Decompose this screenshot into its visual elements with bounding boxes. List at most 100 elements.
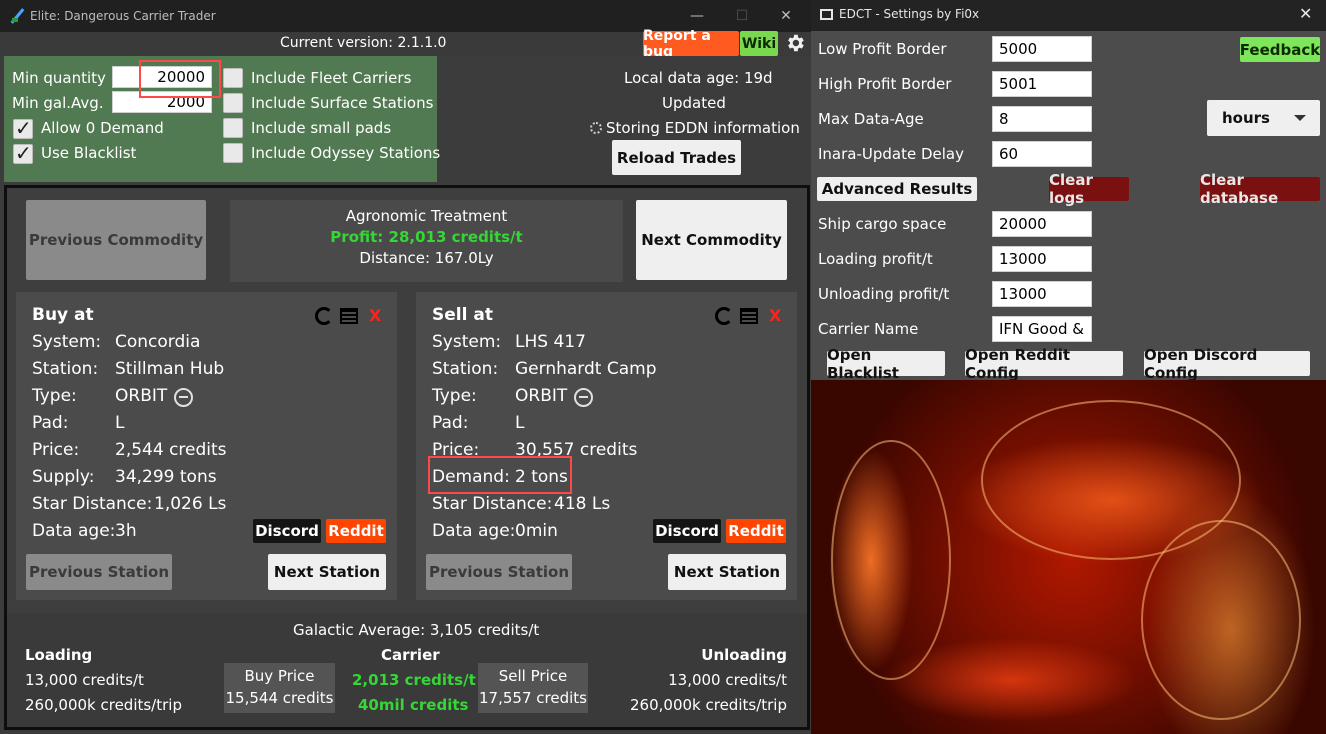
clear-database-button[interactable]: Clear database: [1200, 171, 1320, 207]
open-blacklist-button[interactable]: Open Blacklist: [827, 346, 945, 382]
list-icon[interactable]: [740, 308, 758, 324]
reddit-button[interactable]: Reddit: [726, 519, 786, 543]
star-distance-label: Star Distance:: [32, 494, 153, 514]
unloading-profit-label: Unloading profit/t: [818, 285, 950, 303]
wallpaper-swirl: [831, 440, 951, 680]
buy-pad-value: L: [115, 413, 125, 433]
buy-station-value: Stillman Hub: [115, 359, 225, 379]
unloading-profit-input[interactable]: 13000: [992, 281, 1092, 307]
pad-label: Pad:: [32, 413, 69, 433]
refresh-icon[interactable]: [715, 307, 733, 325]
sell-system-value: LHS 417: [515, 332, 586, 352]
carrier-name-label: Carrier Name: [818, 320, 919, 338]
previous-station-button[interactable]: Previous Station: [26, 554, 172, 590]
buy-star-distance-value: 1,026 Ls: [154, 494, 227, 514]
allow-zero-demand-checkbox[interactable]: [13, 116, 33, 140]
low-profit-label: Low Profit Border: [818, 40, 947, 58]
reddit-button[interactable]: Reddit: [326, 519, 386, 543]
carrier-heading: Carrier: [381, 646, 440, 664]
window-app-icon: [820, 9, 833, 20]
orbit-station-icon: [174, 388, 193, 407]
reload-trades-button[interactable]: Reload Trades: [612, 140, 741, 175]
station-label: Station:: [32, 359, 99, 379]
advanced-results-button[interactable]: Advanced Results: [817, 177, 977, 201]
low-profit-input[interactable]: 5000: [992, 36, 1092, 62]
sell-price-label: Sell Price: [498, 667, 568, 685]
sell-price-box: Sell Price 17,557 credits: [478, 663, 588, 713]
buy-price-label: Buy Price: [244, 667, 315, 685]
carrier-rate: 2,013 credits/t: [352, 671, 476, 689]
high-profit-input[interactable]: 5001: [992, 71, 1092, 97]
close-icon[interactable]: X: [769, 306, 781, 325]
data-age-label: Data age:: [432, 521, 516, 541]
previous-commodity-button[interactable]: Previous Commodity: [26, 200, 206, 280]
report-bug-button[interactable]: Report a bug: [643, 28, 739, 60]
close-button[interactable]: ✕: [764, 0, 808, 32]
trade-summary: Galactic Average: 3,105 credits/t Loadin…: [7, 613, 807, 727]
previous-station-button[interactable]: Previous Station: [426, 554, 572, 590]
wiki-button[interactable]: Wiki: [740, 31, 778, 56]
app-logo-icon: [10, 9, 24, 23]
unloading-rate: 13,000 credits/t: [668, 671, 787, 689]
open-reddit-config-button[interactable]: Open Reddit Config: [965, 346, 1123, 382]
open-discord-config-button[interactable]: Open Discord Config: [1144, 346, 1310, 382]
settings-titlebar[interactable]: EDCT - Settings by Fi0x ✕: [811, 0, 1326, 31]
price-label: Price:: [32, 440, 80, 460]
cargo-space-input[interactable]: 20000: [992, 211, 1092, 237]
buy-price-box: Buy Price 15,544 credits: [224, 663, 335, 713]
carrier-name-input[interactable]: IFN Good &: [992, 316, 1092, 342]
list-icon[interactable]: [340, 308, 358, 324]
buy-system-value: Concordia: [115, 332, 201, 352]
orbit-station-icon: [574, 388, 593, 407]
carrier-total: 40mil credits: [358, 696, 469, 714]
include-small-pads-label: Include small pads: [251, 119, 392, 137]
cargo-space-label: Ship cargo space: [818, 215, 947, 233]
settings-window: EDCT - Settings by Fi0x ✕ Low Profit Bor…: [811, 0, 1326, 734]
close-icon[interactable]: ✕: [1299, 4, 1312, 23]
supply-label: Supply:: [32, 467, 95, 487]
storing-status: Storing EDDN information: [590, 119, 800, 137]
next-station-button[interactable]: Next Station: [668, 554, 786, 590]
allow-zero-demand-label: Allow 0 Demand: [41, 119, 164, 137]
commodity-summary: Agronomic Treatment Profit: 28,013 credi…: [230, 200, 623, 282]
discord-button[interactable]: Discord: [253, 519, 321, 543]
loading-spinner-icon: [590, 122, 602, 134]
commodity-name: Agronomic Treatment: [345, 207, 508, 225]
star-distance-label: Star Distance:: [432, 494, 553, 514]
system-label: System:: [32, 332, 102, 352]
discord-button[interactable]: Discord: [653, 519, 721, 543]
sell-station-value: Gernhardt Camp: [515, 359, 657, 379]
feedback-button[interactable]: Feedback: [1240, 37, 1320, 62]
use-blacklist-checkbox[interactable]: [13, 141, 33, 165]
include-small-pads-checkbox[interactable]: [223, 118, 243, 138]
commodity-profit: Profit: 28,013 credits/t: [330, 228, 523, 246]
settings-form: Low Profit Border 5000 Feedback High Pro…: [811, 31, 1326, 382]
max-data-age-input[interactable]: 8: [992, 106, 1092, 132]
data-age-label: Data age:: [32, 521, 116, 541]
highlight-annotation: [139, 60, 221, 98]
next-commodity-button[interactable]: Next Commodity: [636, 200, 787, 280]
loading-profit-input[interactable]: 13000: [992, 246, 1092, 272]
loading-rate: 13,000 credits/t: [25, 671, 144, 689]
refresh-icon[interactable]: [315, 307, 333, 325]
close-icon[interactable]: X: [369, 306, 381, 325]
main-window: Elite: Dangerous Carrier Trader — ☐ ✕ Cu…: [0, 0, 811, 734]
clear-logs-button[interactable]: Clear logs: [1049, 171, 1129, 207]
sell-heading: Sell at: [432, 305, 493, 325]
gear-icon[interactable]: [784, 32, 806, 54]
include-odyssey-stations-checkbox[interactable]: [223, 143, 243, 163]
type-label: Type:: [432, 386, 477, 406]
min-quantity-label: Min quantity: [12, 69, 106, 87]
loading-heading: Loading: [25, 646, 93, 664]
include-surface-stations-checkbox[interactable]: [223, 93, 243, 113]
inara-delay-input[interactable]: 60: [992, 141, 1092, 167]
commodity-distance: Distance: 167.0Ly: [359, 249, 494, 267]
include-fleet-carriers-checkbox[interactable]: [223, 68, 243, 88]
loading-trip: 260,000k credits/trip: [25, 696, 182, 714]
age-unit-select[interactable]: hours: [1207, 100, 1320, 136]
trade-panel: Previous Commodity Agronomic Treatment P…: [4, 185, 810, 730]
next-station-button[interactable]: Next Station: [268, 554, 386, 590]
buy-price-value: 15,544 credits: [225, 689, 334, 707]
min-gal-avg-label: Min gal.Avg.: [12, 94, 104, 112]
sell-type-value: ORBIT: [515, 386, 568, 406]
